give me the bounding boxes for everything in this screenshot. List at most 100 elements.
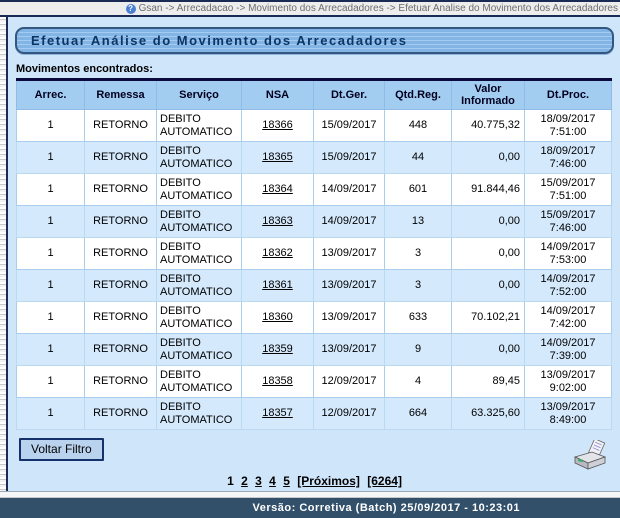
cell-dt-proc: 13/09/2017 8:49:00: [525, 398, 612, 430]
cell-qtd-reg: 3: [385, 270, 452, 302]
cell-dt-ger: 13/09/2017: [314, 270, 385, 302]
footer-bar: Versão: Corretiva (Batch) 25/09/2017 - 1…: [0, 498, 620, 518]
col-header-qtdreg: Qtd.Reg.: [385, 80, 452, 110]
cell-qtd-reg: 13: [385, 206, 452, 238]
pagination-page-2[interactable]: 2: [241, 474, 248, 488]
cell-qtd-reg: 601: [385, 174, 452, 206]
table-row: 1RETORNODEBITO AUTOMATICO1835913/09/2017…: [17, 334, 612, 366]
cell-dt-proc: 14/09/2017 7:52:00: [525, 270, 612, 302]
cell-arrec: 1: [17, 142, 85, 174]
cell-valor: 91.844,46: [452, 174, 525, 206]
nsa-link[interactable]: 18362: [262, 247, 293, 259]
col-header-nsa: NSA: [242, 80, 314, 110]
cell-valor: 0,00: [452, 238, 525, 270]
table-row: 1RETORNODEBITO AUTOMATICO1836615/09/2017…: [17, 110, 612, 142]
cell-dt-proc: 18/09/2017 7:46:00: [525, 142, 612, 174]
pagination-page-3[interactable]: 3: [255, 474, 262, 488]
nsa-link[interactable]: 18358: [262, 375, 293, 387]
cell-remessa: RETORNO: [85, 238, 157, 270]
question-icon[interactable]: ?: [126, 4, 136, 14]
cell-qtd-reg: 664: [385, 398, 452, 430]
cell-dt-ger: 15/09/2017: [314, 142, 385, 174]
cell-nsa: 18359: [242, 334, 314, 366]
nsa-link[interactable]: 18366: [262, 119, 293, 131]
cell-qtd-reg: 633: [385, 302, 452, 334]
cell-dt-ger: 13/09/2017: [314, 238, 385, 270]
cell-arrec: 1: [17, 366, 85, 398]
cell-dt-ger: 13/09/2017: [314, 334, 385, 366]
cell-qtd-reg: 44: [385, 142, 452, 174]
voltar-filtro-button[interactable]: Voltar Filtro: [19, 438, 104, 461]
cell-remessa: RETORNO: [85, 174, 157, 206]
pagination-next-link[interactable]: [Próximos]: [297, 474, 360, 488]
pagination: 1 2 3 4 5 [Próximos] [6264]: [13, 474, 616, 488]
cell-arrec: 1: [17, 270, 85, 302]
cell-valor: 63.325,60: [452, 398, 525, 430]
table-row: 1RETORNODEBITO AUTOMATICO1836414/09/2017…: [17, 174, 612, 206]
cell-dt-proc: 14/09/2017 7:39:00: [525, 334, 612, 366]
cell-dt-ger: 12/09/2017: [314, 398, 385, 430]
cell-dt-proc: 18/09/2017 7:51:00: [525, 110, 612, 142]
nsa-link[interactable]: 18357: [262, 407, 293, 419]
col-header-valor: Valor Informado: [452, 80, 525, 110]
cell-valor: 40.775,32: [452, 110, 525, 142]
cell-arrec: 1: [17, 206, 85, 238]
cell-remessa: RETORNO: [85, 110, 157, 142]
cell-qtd-reg: 4: [385, 366, 452, 398]
cell-remessa: RETORNO: [85, 366, 157, 398]
breadcrumb: Gsan -> Arrecadacao -> Movimento dos Arr…: [139, 3, 618, 14]
nsa-link[interactable]: 18364: [262, 183, 293, 195]
cell-nsa: 18363: [242, 206, 314, 238]
table-row: 1RETORNODEBITO AUTOMATICO1835812/09/2017…: [17, 366, 612, 398]
nsa-link[interactable]: 18365: [262, 151, 293, 163]
breadcrumb-bar: ? Gsan -> Arrecadacao -> Movimento dos A…: [0, 2, 620, 17]
cell-nsa: 18358: [242, 366, 314, 398]
cell-nsa: 18366: [242, 110, 314, 142]
cell-qtd-reg: 9: [385, 334, 452, 366]
table-row: 1RETORNODEBITO AUTOMATICO1836213/09/2017…: [17, 238, 612, 270]
nsa-link[interactable]: 18360: [262, 311, 293, 323]
cell-remessa: RETORNO: [85, 142, 157, 174]
nsa-link[interactable]: 18359: [262, 343, 293, 355]
cell-servico: DEBITO AUTOMATICO: [157, 174, 242, 206]
cell-remessa: RETORNO: [85, 302, 157, 334]
table-row: 1RETORNODEBITO AUTOMATICO1836314/09/2017…: [17, 206, 612, 238]
cell-valor: 0,00: [452, 206, 525, 238]
cell-servico: DEBITO AUTOMATICO: [157, 110, 242, 142]
col-header-dtger: Dt.Ger.: [314, 80, 385, 110]
nsa-link[interactable]: 18361: [262, 279, 293, 291]
cell-servico: DEBITO AUTOMATICO: [157, 334, 242, 366]
table-row: 1RETORNODEBITO AUTOMATICO1835712/09/2017…: [17, 398, 612, 430]
pagination-last-link[interactable]: [6264]: [367, 474, 402, 488]
cell-servico: DEBITO AUTOMATICO: [157, 366, 242, 398]
cell-nsa: 18357: [242, 398, 314, 430]
cell-remessa: RETORNO: [85, 270, 157, 302]
pagination-page-5[interactable]: 5: [283, 474, 290, 488]
cell-arrec: 1: [17, 110, 85, 142]
movements-table-body: 1RETORNODEBITO AUTOMATICO1836615/09/2017…: [17, 110, 612, 430]
cell-valor: 0,00: [452, 142, 525, 174]
cell-nsa: 18365: [242, 142, 314, 174]
cell-qtd-reg: 448: [385, 110, 452, 142]
left-frame-edge: [0, 17, 8, 491]
cell-arrec: 1: [17, 302, 85, 334]
printer-icon[interactable]: [572, 440, 608, 477]
cell-valor: 0,00: [452, 334, 525, 366]
cell-servico: DEBITO AUTOMATICO: [157, 206, 242, 238]
page-title: Efetuar Análise do Movimento dos Arrecad…: [17, 33, 408, 48]
cell-dt-ger: 14/09/2017: [314, 206, 385, 238]
col-header-remessa: Remessa: [85, 80, 157, 110]
cell-servico: DEBITO AUTOMATICO: [157, 270, 242, 302]
col-header-servico: Serviço: [157, 80, 242, 110]
table-header-row: Arrec. Remessa Serviço NSA Dt.Ger. Qtd.R…: [17, 80, 612, 110]
version-text: Versão: Corretiva (Batch) 25/09/2017 - 1…: [253, 502, 520, 514]
nsa-link[interactable]: 18363: [262, 215, 293, 227]
content-area: Efetuar Análise do Movimento dos Arrecad…: [8, 17, 620, 491]
cell-qtd-reg: 3: [385, 238, 452, 270]
table-row: 1RETORNODEBITO AUTOMATICO 18361 13/09/2017…: [17, 270, 612, 302]
table-row: 1RETORNODEBITO AUTOMATICO1836013/09/2017…: [17, 302, 612, 334]
cell-arrec: 1: [17, 174, 85, 206]
cell-dt-proc: 14/09/2017 7:53:00: [525, 238, 612, 270]
cell-nsa: 18361: [242, 270, 314, 302]
pagination-page-4[interactable]: 4: [269, 474, 276, 488]
